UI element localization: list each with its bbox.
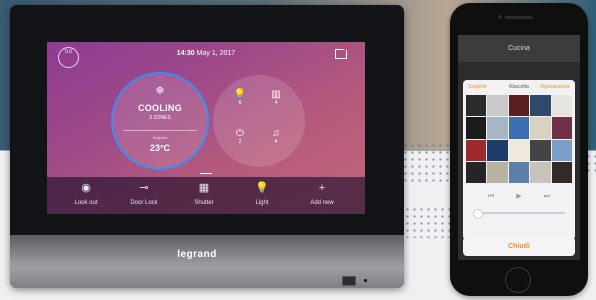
shutter-icon: ▦ <box>198 182 210 194</box>
music-icon: ♫ <box>272 128 280 139</box>
phone-screen: Cucina Sorgenti Raccolta Riproduzione ⏮ … <box>458 35 580 260</box>
nav-light[interactable]: 💡 Light <box>237 182 287 206</box>
indicator-light <box>364 279 367 282</box>
device-button[interactable] <box>342 276 356 286</box>
date-time: 14:30 May 1, 2017 <box>47 50 365 57</box>
tablet-screen: 0.0 14:30 May 1, 2017 ❄ COOLING 3 ZONES … <box>47 42 365 214</box>
album-cover[interactable] <box>487 95 508 117</box>
nav-shutter[interactable]: ▦ Shutter <box>179 182 229 206</box>
playback-tab[interactable]: Riproduzione <box>541 84 570 90</box>
nav-label: Shutter <box>194 200 214 206</box>
next-icon[interactable]: ⏭ <box>544 193 550 200</box>
album-cover[interactable] <box>508 117 530 139</box>
playback-controls: ⏮ ▶ ⏭ <box>463 192 575 201</box>
close-button[interactable]: Chiudi <box>463 237 575 256</box>
music-sheet: Sorgenti Raccolta Riproduzione ⏮ ▶ ⏭ <box>463 80 575 240</box>
phone-title: Cucina <box>508 45 530 52</box>
phone-camera <box>498 15 502 19</box>
device-lights[interactable]: 💡 6 <box>230 89 250 106</box>
device-plugs[interactable]: ⏻ 2 <box>230 128 250 145</box>
mail-icon[interactable] <box>335 49 347 59</box>
album-cover[interactable] <box>551 139 572 161</box>
nav-label: Look out <box>74 200 98 206</box>
album-cover[interactable] <box>551 95 572 117</box>
light-bulb-icon: 💡 <box>233 89 247 100</box>
device-count: 2 <box>238 139 242 145</box>
album-cover[interactable] <box>508 161 530 183</box>
climate-zones: 3 ZONES <box>149 115 171 121</box>
page-indicator <box>200 173 212 174</box>
clock-time: 14:30 <box>176 50 195 57</box>
climate-widget[interactable]: ❄ COOLING 3 ZONES Setpoint 23°C <box>111 72 209 170</box>
phone-speaker <box>505 16 533 19</box>
device-count: 6 <box>238 100 242 106</box>
album-cover[interactable] <box>487 117 508 139</box>
volume-slider[interactable] <box>473 212 565 214</box>
climate-temperature: 23°C <box>149 143 171 153</box>
nav-door-lock[interactable]: ⊸ Door Lock <box>119 182 169 206</box>
clock-date: May 1, 2017 <box>196 50 236 57</box>
device-count: 4 <box>274 100 278 106</box>
notification-badge <box>343 45 348 50</box>
light-bulb-icon: 💡 <box>255 182 269 194</box>
device-shutters[interactable]: ▥ 4 <box>266 89 286 106</box>
album-cover[interactable] <box>466 139 487 161</box>
volume-knob[interactable] <box>473 209 483 219</box>
eye-icon: ◉ <box>81 182 91 194</box>
album-cover[interactable] <box>530 139 551 161</box>
album-cover[interactable] <box>487 161 508 183</box>
album-cover[interactable] <box>530 161 551 183</box>
album-grid <box>466 95 572 183</box>
nav-label: Light <box>255 200 269 206</box>
album-cover[interactable] <box>530 117 551 139</box>
shutter-icon: ▥ <box>271 89 281 100</box>
album-cover[interactable] <box>466 161 487 183</box>
devices-widget[interactable]: 💡 6 ▥ 4 ⏻ 2 ♫ 4 <box>213 75 305 167</box>
album-cover[interactable] <box>466 117 487 139</box>
climate-divider <box>123 130 197 131</box>
setpoint-label: Setpoint <box>152 135 168 140</box>
device-count: 4 <box>274 139 278 145</box>
play-icon[interactable]: ▶ <box>516 193 521 200</box>
nav-label: Add new <box>310 200 334 206</box>
album-cover[interactable] <box>466 95 487 117</box>
album-cover[interactable] <box>487 139 508 161</box>
album-cover[interactable] <box>508 139 530 161</box>
previous-icon[interactable]: ⏮ <box>488 193 494 200</box>
key-icon: ⊸ <box>139 182 149 194</box>
album-cover[interactable] <box>551 161 572 183</box>
nav-add-new[interactable]: + Add new <box>297 182 347 206</box>
album-cover[interactable] <box>551 117 572 139</box>
album-cover[interactable] <box>530 95 551 117</box>
plus-icon: + <box>318 182 326 194</box>
snowflake-icon: ❄ <box>155 85 165 97</box>
nav-label: Door Lock <box>130 200 158 206</box>
plug-icon: ⏻ <box>236 128 244 139</box>
device-music[interactable]: ♫ 4 <box>266 128 286 145</box>
brand-logo: legrand <box>177 249 217 260</box>
home-button[interactable] <box>505 267 531 293</box>
sheet-header: Sorgenti Raccolta Riproduzione <box>463 80 575 94</box>
climate-mode: COOLING <box>137 103 183 113</box>
album-cover[interactable] <box>508 95 530 117</box>
dot-pattern <box>404 206 452 238</box>
nav-look-out[interactable]: ◉ Look out <box>61 182 111 206</box>
